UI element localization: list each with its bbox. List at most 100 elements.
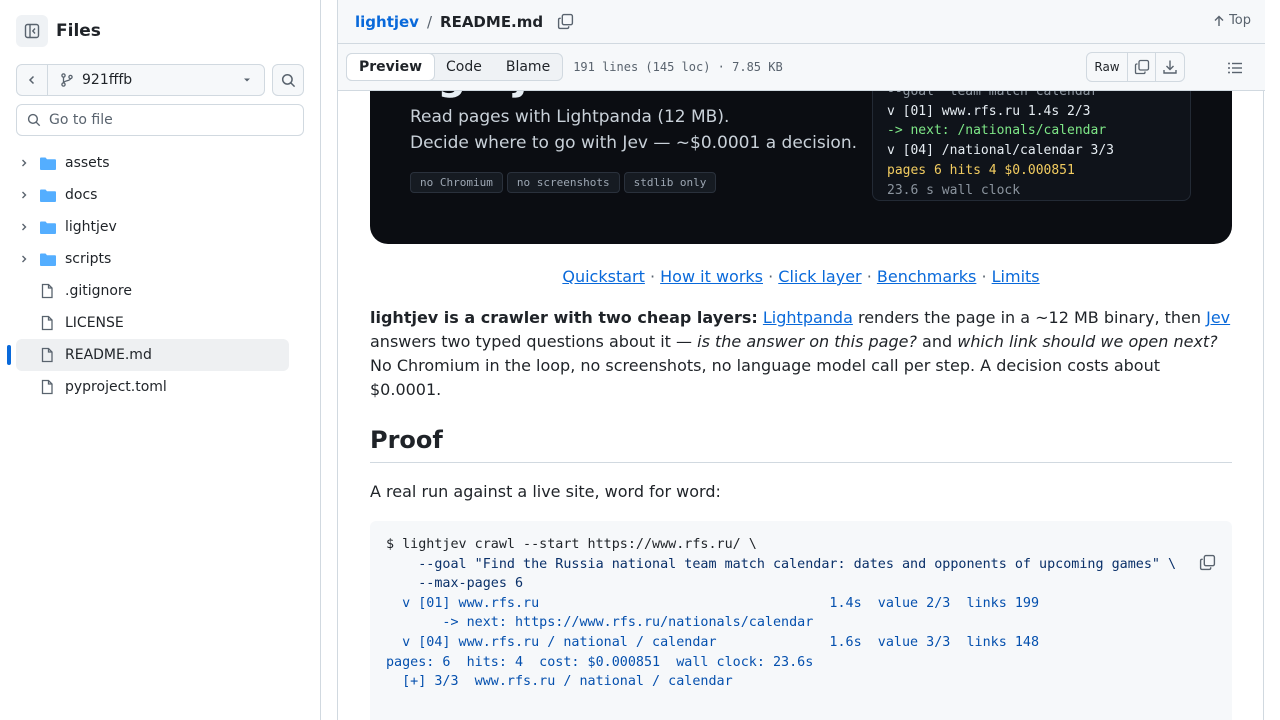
- tag: stdlib only: [623, 172, 717, 193]
- breadcrumb-file: README.md: [440, 12, 544, 31]
- copy-raw-button[interactable]: [1128, 53, 1156, 81]
- tab-blame[interactable]: Blame: [494, 54, 562, 80]
- link-jev[interactable]: Jev: [1206, 308, 1230, 327]
- code-line: v [01] www.rfs.ru 1.4s value 2/3 links 1…: [386, 595, 1040, 611]
- link-quickstart[interactable]: Quickstart: [562, 267, 645, 286]
- link-benchmarks[interactable]: Benchmarks: [877, 267, 976, 286]
- tag: no Chromium: [410, 172, 503, 193]
- terminal-line: v [04] /national/calendar 3/3: [887, 143, 1114, 159]
- terminal-line: pages 6 hits 4 $0.000851: [887, 162, 1075, 178]
- view-mode-tabs: Preview Code Blame: [346, 53, 564, 81]
- sidebar-header: Files: [16, 15, 101, 47]
- proof-heading: Proof: [370, 426, 1232, 463]
- chevron-right-icon[interactable]: [16, 222, 32, 232]
- tree-item-docs[interactable]: docs: [16, 179, 289, 211]
- link-how-it-works[interactable]: How it works: [660, 267, 763, 286]
- terminal-line: --goal "team match calendar": [887, 91, 1107, 99]
- branch-selector[interactable]: 921fffb: [16, 64, 265, 96]
- collapse-sidebar-button[interactable]: [16, 15, 48, 47]
- search-icon: [281, 73, 295, 87]
- tag: no screenshots: [506, 172, 620, 193]
- git-branch-icon: [61, 73, 73, 87]
- tree-item-scripts[interactable]: scripts: [16, 243, 289, 275]
- back-to-top-link[interactable]: Top: [1213, 13, 1251, 28]
- hero-banner: lightjev Read pages with Lightpanda (12 …: [370, 91, 1232, 244]
- tree-item-assets[interactable]: assets: [16, 147, 289, 179]
- chevron-right-icon[interactable]: [16, 190, 32, 200]
- branch-label: 921fffb: [82, 72, 133, 88]
- tree-item-label: assets: [65, 155, 110, 171]
- terminal-line: -> next: /nationals/calendar: [887, 123, 1107, 139]
- arrow-up-icon: [1214, 15, 1224, 26]
- chevron-right-icon[interactable]: [16, 158, 32, 168]
- terminal-line: 23.6 s wall clock: [887, 182, 1021, 198]
- sidebar-title: Files: [56, 21, 101, 41]
- code-line: pages: 6 hits: 4 cost: $0.000851 wall cl…: [386, 654, 814, 670]
- code-line: -> next: https://www.rfs.ru/nationals/ca…: [386, 615, 814, 631]
- raw-button[interactable]: Raw: [1087, 53, 1128, 81]
- outline-button[interactable]: [1227, 60, 1243, 80]
- link-limits[interactable]: Limits: [992, 267, 1040, 286]
- file-icon: [39, 379, 57, 395]
- tree-item-label: pyproject.toml: [65, 379, 167, 395]
- tree-item-gitignore[interactable]: .gitignore: [16, 275, 289, 307]
- download-icon: [1163, 60, 1177, 74]
- folder-icon: [39, 156, 57, 171]
- hero-tags: no Chromium no screenshots stdlib only: [410, 172, 720, 193]
- back-to-top-label: Top: [1229, 13, 1251, 28]
- tree-item-lightjev[interactable]: lightjev: [16, 211, 289, 243]
- tab-preview[interactable]: Preview: [346, 53, 436, 81]
- hero-title: lightjev: [410, 91, 581, 99]
- tree-item-label: LICENSE: [65, 315, 124, 331]
- intro-text: No Chromium in the loop, no screenshots,…: [370, 356, 1161, 399]
- link-click-layer[interactable]: Click layer: [778, 267, 861, 286]
- copy-icon: [558, 13, 574, 30]
- tree-item-label: lightjev: [65, 219, 117, 235]
- hero-line-1: Read pages with Lightpanda (12 MB).: [410, 107, 730, 127]
- copy-code-button[interactable]: [1135, 534, 1217, 597]
- branch-row: 921fffb: [16, 64, 304, 96]
- tab-code[interactable]: Code: [434, 54, 494, 80]
- copy-icon: [1134, 59, 1149, 75]
- code-line: --goal "Find the Russia national team ma…: [386, 556, 1177, 572]
- tree-item-label: docs: [65, 187, 98, 203]
- breadcrumb-separator: /: [426, 12, 433, 31]
- file-header: lightjev / README.md Top: [338, 0, 1265, 44]
- breadcrumb-repo-link[interactable]: lightjev: [355, 13, 419, 31]
- tree-item-label: scripts: [65, 251, 112, 267]
- file-actions: Raw: [1086, 52, 1185, 82]
- file-icon: [39, 347, 57, 363]
- code-line: v [04] www.rfs.ru / national / calendar …: [386, 634, 1040, 650]
- file-meta: 191 lines (145 loc) · 7.85 KB: [573, 60, 783, 74]
- folder-icon: [39, 220, 57, 235]
- readme-content: lightjev Read pages with Lightpanda (12 …: [370, 91, 1232, 720]
- intro-bold: lightjev is a crawler with two cheap lay…: [370, 308, 758, 327]
- code-block: $ lightjev crawl --start https://www.rfs…: [370, 521, 1232, 720]
- file-tree: assets docs lightjev scripts .gitignore …: [7, 147, 289, 403]
- folder-icon: [39, 188, 57, 203]
- chevron-right-icon[interactable]: [16, 254, 32, 264]
- download-button[interactable]: [1156, 53, 1184, 81]
- branch-name[interactable]: 921fffb: [48, 72, 242, 88]
- sidebar-collapse-icon: [24, 23, 40, 39]
- copy-path-button[interactable]: [557, 13, 574, 30]
- go-to-file-input[interactable]: [49, 112, 289, 128]
- tree-item-readme[interactable]: README.md: [7, 339, 289, 371]
- intro-question: which link should we open next?: [957, 332, 1218, 351]
- hero-terminal: --goal "team match calendar" v [01] www.…: [872, 91, 1191, 201]
- file-toolbar: Preview Code Blame 191 lines (145 loc) ·…: [338, 44, 1265, 91]
- go-to-file[interactable]: [16, 104, 304, 136]
- back-button[interactable]: [17, 65, 48, 95]
- intro-text: and: [916, 332, 958, 351]
- link-lightpanda[interactable]: Lightpanda: [763, 308, 853, 327]
- file-viewer: lightjev / README.md Top Preview Code Bl…: [337, 0, 1265, 720]
- file-sidebar: Files 921fffb Go to file assets docs lig…: [0, 0, 321, 720]
- search-icon: [27, 113, 41, 127]
- tree-item-label: README.md: [65, 347, 152, 363]
- tree-item-pyproject[interactable]: pyproject.toml: [16, 371, 289, 403]
- hero-line-2: Decide where to go with Jev — ~$0.0001 a…: [410, 133, 858, 153]
- file-icon: [39, 315, 57, 331]
- chevron-left-icon: [28, 75, 35, 85]
- tree-item-license[interactable]: LICENSE: [16, 307, 289, 339]
- search-button[interactable]: [272, 64, 304, 96]
